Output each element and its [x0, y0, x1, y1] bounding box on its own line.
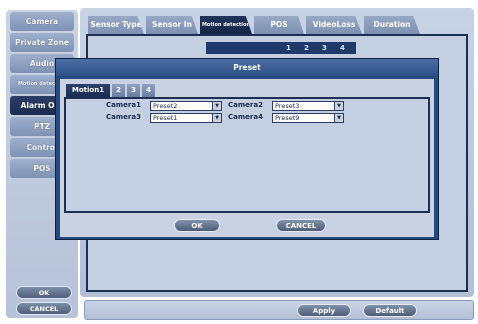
channel-number: 1: [286, 44, 291, 52]
dialog-tab-2[interactable]: 2: [112, 84, 125, 97]
dialog-title: Preset: [56, 59, 438, 76]
sidebar-item-camera[interactable]: Camera: [10, 12, 74, 31]
camera1-preset-select[interactable]: Preset2 ▼: [150, 101, 222, 111]
dropdown-arrow-icon: ▼: [212, 114, 221, 122]
sidebar-ok-button[interactable]: OK: [16, 286, 72, 299]
preset-settings: Camera1 Preset2 ▼ Camera2 Preset3 ▼ Came…: [64, 97, 430, 213]
tab-duration[interactable]: Duration: [364, 16, 420, 34]
camera1-label: Camera1: [106, 101, 141, 109]
dialog-tab-motion1[interactable]: Motion1: [66, 84, 110, 97]
camera3-preset-select[interactable]: Preset1 ▼: [150, 113, 222, 123]
bottom-bar: Apply Default: [84, 300, 474, 320]
channel-number-strip: 1 2 3 4: [206, 42, 356, 54]
dropdown-arrow-icon: ▼: [334, 102, 343, 110]
tab-pos[interactable]: POS: [254, 16, 304, 34]
default-button[interactable]: Default: [363, 304, 417, 317]
channel-number: 4: [340, 44, 345, 52]
preset-dialog: Preset Motion1 2 3 4 Camera1 Preset2 ▼ C…: [55, 58, 439, 240]
tab-videoloss[interactable]: VideoLoss: [306, 16, 362, 34]
channel-number: 3: [322, 44, 327, 52]
tab-sensor-in[interactable]: Sensor In: [146, 16, 198, 34]
camera4-label: Camera4: [228, 113, 263, 121]
camera4-preset-value: Preset9: [275, 114, 300, 122]
tab-sensor-type[interactable]: Sensor Type: [88, 16, 144, 34]
dialog-body: Motion1 2 3 4 Camera1 Preset2 ▼ Camera2 …: [60, 79, 434, 237]
dialog-cancel-button[interactable]: CANCEL: [276, 219, 326, 232]
dialog-tab-4[interactable]: 4: [142, 84, 155, 97]
camera3-preset-value: Preset1: [153, 114, 178, 122]
channel-number: 2: [304, 44, 309, 52]
dropdown-arrow-icon: ▼: [334, 114, 343, 122]
dialog-ok-button[interactable]: OK: [174, 219, 220, 232]
dvr-setup-window: Camera Private Zone Audio Motion detecti…: [0, 0, 478, 324]
sidebar-item-private-zone[interactable]: Private Zone: [10, 33, 74, 52]
sidebar-cancel-button[interactable]: CANCEL: [16, 302, 72, 315]
camera4-preset-select[interactable]: Preset9 ▼: [272, 113, 344, 123]
camera1-preset-value: Preset2: [153, 102, 178, 110]
dropdown-arrow-icon: ▼: [212, 102, 221, 110]
camera2-preset-value: Preset3: [275, 102, 300, 110]
camera2-preset-select[interactable]: Preset3 ▼: [272, 101, 344, 111]
tab-motion-detection[interactable]: Motion detection: [200, 16, 252, 34]
apply-button[interactable]: Apply: [297, 304, 351, 317]
camera2-label: Camera2: [228, 101, 263, 109]
camera3-label: Camera3: [106, 113, 141, 121]
dialog-tab-3[interactable]: 3: [127, 84, 140, 97]
